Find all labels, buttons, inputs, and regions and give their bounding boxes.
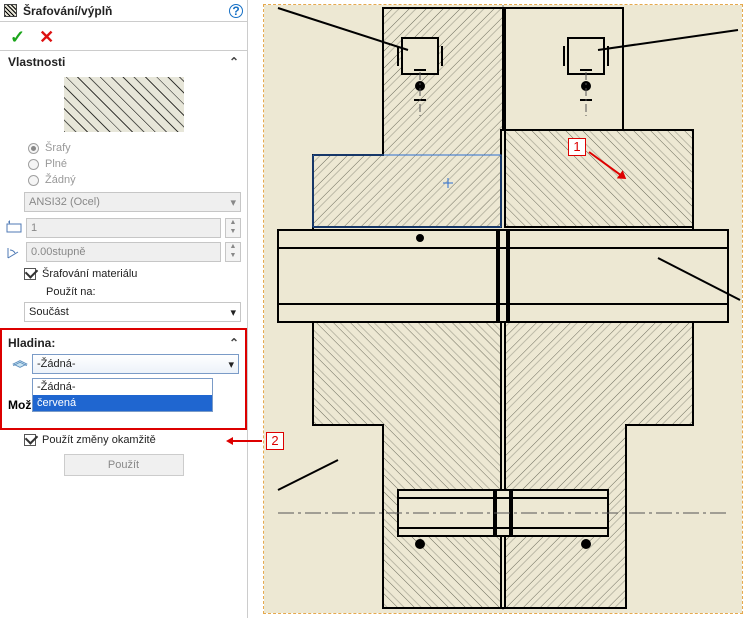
radio-none[interactable]: Žádný [0, 172, 247, 188]
apply-to-value: Součást [29, 306, 69, 318]
section-layer[interactable]: Hladina: ⌃ [8, 336, 239, 350]
radio-icon [28, 159, 39, 170]
angle-value: 0.00stupně [31, 246, 85, 258]
material-select[interactable]: ANSI32 (Ocel) ▾ [24, 192, 241, 212]
checkbox-icon [24, 434, 36, 446]
panel-title: Šrafování/výplň [23, 4, 112, 18]
ok-cancel-row: ✓ ✕ [0, 22, 247, 51]
help-icon[interactable]: ? [229, 4, 243, 18]
radio-icon [28, 143, 39, 154]
apply-button[interactable]: Použít [64, 454, 184, 476]
layer-option[interactable]: červená [33, 395, 212, 411]
radio-solid[interactable]: Plné [0, 156, 247, 172]
angle-icon [6, 244, 22, 260]
scale-field[interactable]: 1 ▲▼ [0, 216, 247, 240]
apply-to-select[interactable]: Součást ▾ [24, 302, 241, 322]
layer-option[interactable]: -Žádná- [33, 379, 212, 395]
hatch-swatch-icon [4, 4, 17, 17]
checkbox-label: Šrafování materiálu [42, 268, 137, 280]
section-properties[interactable]: Vlastnosti ⌃ [0, 51, 247, 71]
drawing-svg [248, 0, 750, 618]
spinner[interactable]: ▲▼ [225, 242, 241, 262]
hatch-fill-property-panel: Šrafování/výplň ? ✓ ✕ Vlastnosti ⌃ Šrafy… [0, 0, 248, 618]
checkbox-label: Použít změny okamžitě [42, 434, 156, 446]
radio-label: Šrafy [45, 142, 71, 154]
layer-icon [12, 358, 28, 370]
accept-button[interactable]: ✓ [10, 28, 25, 46]
cancel-button[interactable]: ✕ [39, 28, 54, 46]
chevron-down-icon: ▾ [230, 196, 236, 209]
chevron-up-icon: ⌃ [229, 55, 239, 69]
chevron-down-icon: ▾ [230, 306, 236, 319]
spinner[interactable]: ▲▼ [225, 218, 241, 238]
drawing-canvas[interactable]: 1 [248, 0, 750, 618]
radio-label: Žádný [45, 174, 76, 186]
layer-dropdown: -Žádná- červená [32, 378, 213, 412]
callout-2: 2 [266, 432, 284, 450]
section-label: Vlastnosti [8, 55, 65, 69]
scale-value: 1 [31, 222, 37, 234]
panel-heading: Šrafování/výplň ? [0, 0, 247, 22]
chevron-up-icon: ⌃ [229, 336, 239, 350]
section-label: Hladina: [8, 336, 55, 350]
angle-field[interactable]: 0.00stupně ▲▼ [0, 240, 247, 264]
callout-1: 1 [568, 138, 586, 156]
scale-icon [6, 220, 22, 236]
layer-group: Hladina: ⌃ -Žádná- ▾ -Žádná- červená Mož… [0, 328, 247, 430]
chevron-down-icon: ▾ [228, 358, 234, 371]
checkbox-icon [24, 268, 36, 280]
layer-value: -Žádná- [37, 358, 76, 370]
material-value: ANSI32 (Ocel) [29, 196, 100, 208]
layer-select[interactable]: -Žádná- ▾ [32, 354, 239, 374]
apply-immediate-checkbox[interactable]: Použít změny okamžitě [0, 430, 247, 446]
radio-hatch[interactable]: Šrafy [0, 140, 247, 156]
radio-icon [28, 175, 39, 186]
material-hatch-checkbox[interactable]: Šrafování materiálu [0, 264, 247, 284]
radio-label: Plné [45, 158, 67, 170]
hatch-preview [64, 77, 184, 132]
apply-to-label: Použít na: [0, 284, 247, 300]
